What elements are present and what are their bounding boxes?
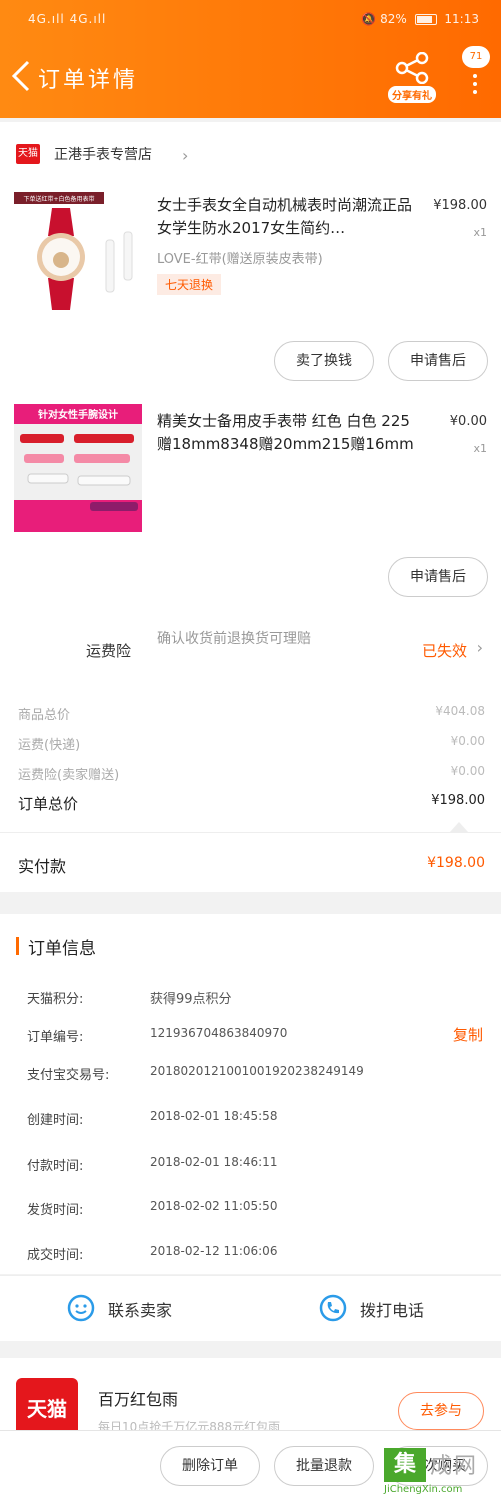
contact-seller-label: 联系卖家 [108, 1301, 173, 1320]
tmall-badge: 天猫 [16, 144, 40, 164]
order-info-card [0, 914, 501, 1274]
product-price: ¥198.00 [433, 198, 487, 213]
info-value: 2018-02-01 18:45:58 [150, 1109, 278, 1123]
mute-icon: 🔕 [361, 12, 377, 26]
contact-seller-button[interactable]: 联系卖家 [66, 1275, 306, 1341]
product-image-banner: 下单送红带+白色备用表带 [23, 195, 94, 203]
product-name[interactable]: 女士手表女全自动机械表时尚潮流正品女学生防水2017女生简约… [157, 194, 423, 240]
copy-order-number-button[interactable]: 复制 [453, 1024, 483, 1045]
info-row-alipay-number: 支付宝交易号: 2018020121001001920238249149 [27, 1064, 487, 1083]
info-value: 2018020121001001920238249149 [150, 1064, 364, 1078]
section-accent-bar [16, 937, 19, 955]
info-row-created: 创建时间: 2018-02-01 18:45:58 [27, 1109, 487, 1128]
share-label: 分享有礼 [388, 86, 436, 103]
after-sales-button[interactable]: 申请售后 [388, 341, 488, 381]
paid-value: ¥198.00 [427, 855, 485, 871]
info-label: 发货时间: [27, 1203, 84, 1218]
chat-icon [67, 1294, 95, 1322]
product-price: ¥0.00 [449, 414, 487, 429]
signal-indicator: 4G.ıll 4G.ıll [28, 12, 107, 26]
product-sku: LOVE-红带(赠送原装皮表带) [157, 252, 323, 267]
product-quantity: x1 [473, 442, 487, 455]
more-menu-button[interactable]: 71 [456, 46, 496, 94]
battery-icon [414, 14, 437, 25]
delete-order-button[interactable]: 删除订单 [160, 1446, 260, 1486]
promo-title: 百万红包雨 [98, 1390, 179, 1409]
more-dots-icon [473, 74, 477, 98]
order-total-value: ¥198.00 [431, 793, 485, 808]
phone-icon [319, 1294, 347, 1322]
page-title: 订单详情 [38, 68, 139, 93]
status-right: 🔕 82% 11:13 [361, 12, 479, 26]
after-sales-button[interactable]: 申请售后 [388, 557, 488, 597]
chevron-right-icon: › [182, 146, 189, 165]
watermark-text: 成网 [430, 1454, 479, 1479]
status-bar: 4G.ıll 4G.ıll 🔕 82% 11:13 [0, 0, 501, 40]
site-watermark: 集 成网 JiChengXin.com [384, 1448, 500, 1498]
product-name[interactable]: 精美女士备用皮手表带 红色 白色 225赠18mm8348赠20mm215赠16… [157, 410, 423, 456]
product-quantity: x1 [473, 226, 487, 239]
message-bubble: 71 [462, 46, 490, 68]
order-total-row: 订单总价 ¥198.00 [18, 793, 485, 814]
info-label: 付款时间: [27, 1159, 84, 1174]
paid-label: 实付款 [18, 857, 67, 876]
product-image-watch[interactable]: 下单送红带+白色备用表带 [14, 188, 142, 316]
info-value: 获得99点积分 [150, 992, 232, 1007]
share-button[interactable]: 分享有礼 [386, 52, 438, 103]
info-value: 2018-02-01 18:46:11 [150, 1155, 278, 1169]
store-row[interactable]: 天猫 正港手表专营店 › [0, 130, 501, 176]
join-promo-button[interactable]: 去参与 [398, 1392, 484, 1430]
summary-row: 商品总价 ¥404.08 [18, 704, 485, 723]
summary-value: ¥0.00 [450, 734, 485, 748]
product-image-strap[interactable]: 针对女性手腕设计 [14, 404, 142, 532]
summary-row: 运费(快递) ¥0.00 [18, 734, 485, 753]
batch-refund-button[interactable]: 批量退款 [274, 1446, 374, 1486]
info-label: 支付宝交易号: [27, 1068, 110, 1083]
summary-label: 运费(快递) [18, 738, 81, 753]
summary-label: 运费险(卖家赠送) [18, 768, 120, 783]
back-icon[interactable] [8, 58, 36, 94]
order-total-label: 订单总价 [18, 795, 79, 813]
chevron-right-icon: › [476, 638, 483, 657]
info-value: 2018-02-12 11:06:06 [150, 1244, 278, 1258]
info-row-paid: 付款时间: 2018-02-01 18:46:11 [27, 1155, 487, 1174]
info-label: 天猫积分: [27, 992, 84, 1007]
app-header: 4G.ıll 4G.ıll 🔕 82% 11:13 订单详情 分享有礼 71 [0, 0, 501, 118]
order-info-title: 订单信息 [28, 939, 96, 959]
info-value: 2018-02-02 11:05:50 [150, 1199, 278, 1213]
return-policy-tag: 七天退换 [157, 274, 222, 295]
freight-insurance-label: 运费险 [86, 642, 132, 660]
resell-button[interactable]: 卖了换钱 [274, 341, 374, 381]
info-label: 订单编号: [27, 1030, 84, 1045]
summary-value: ¥0.00 [450, 764, 485, 778]
freight-insurance-status[interactable]: 已失效 [422, 640, 467, 661]
info-row-shipped: 发货时间: 2018-02-02 11:05:50 [27, 1199, 487, 1218]
summary-row: 运费险(卖家赠送) ¥0.00 [18, 764, 485, 783]
summary-label: 商品总价 [18, 708, 71, 723]
call-phone-label: 拨打电话 [360, 1301, 425, 1320]
info-label: 成交时间: [27, 1248, 84, 1263]
battery-percent: 82% [380, 12, 407, 26]
product-image-banner: 针对女性手腕设计 [38, 408, 118, 421]
summary-value: ¥404.08 [435, 704, 485, 718]
clock: 11:13 [444, 12, 479, 26]
watermark-url: JiChengXin.com [384, 1484, 463, 1495]
info-value: 121936704863840970 [150, 1026, 288, 1040]
notch-decoration [450, 822, 468, 832]
info-row-completed: 成交时间: 2018-02-12 11:06:06 [27, 1244, 487, 1263]
paid-row: 实付款 ¥198.00 [0, 832, 501, 892]
freight-insurance-desc: 确认收货前退换货可理赔 [157, 631, 311, 647]
info-label: 创建时间: [27, 1113, 84, 1128]
watermark-logo: 集 [384, 1448, 426, 1482]
store-name[interactable]: 正港手表专营店 [54, 144, 152, 164]
call-phone-button[interactable]: 拨打电话 [318, 1275, 501, 1341]
info-row-order-number: 订单编号: 121936704863840970 [27, 1026, 487, 1045]
share-icon [395, 52, 429, 84]
info-row-points: 天猫积分: 获得99点积分 [27, 988, 487, 1007]
